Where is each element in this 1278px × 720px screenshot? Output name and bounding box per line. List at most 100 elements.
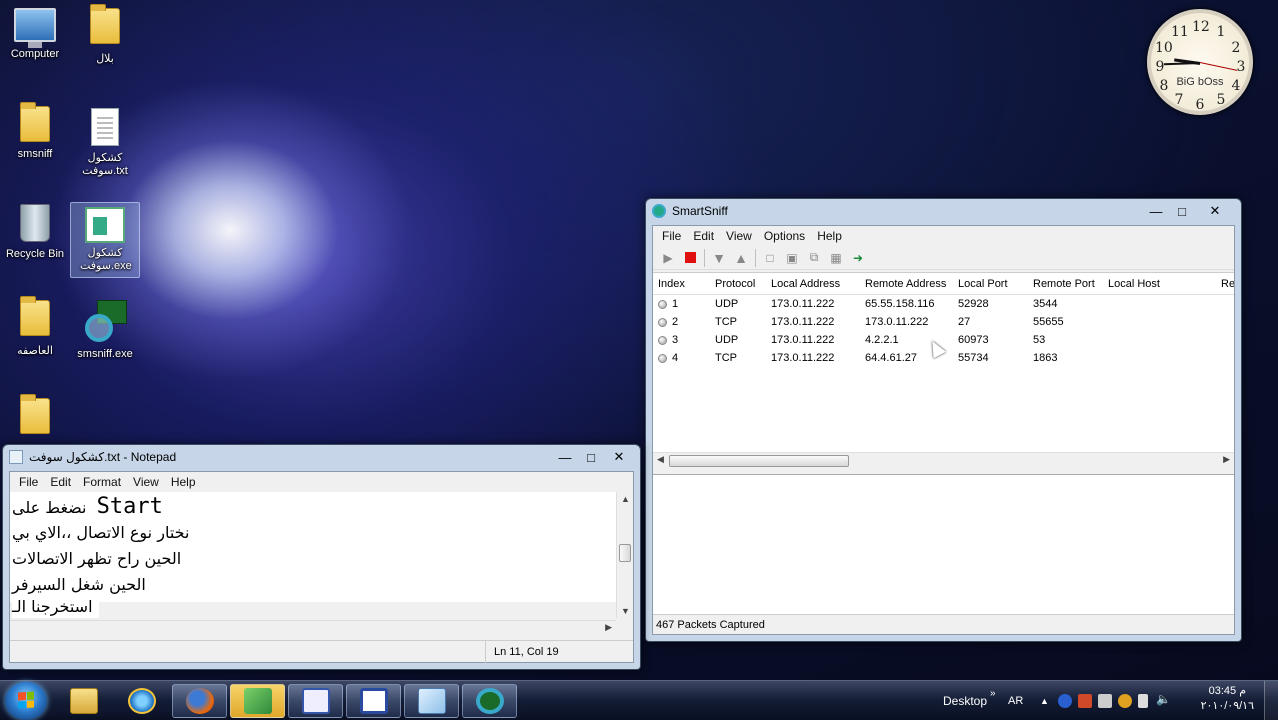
tray-desktop-label[interactable]: Desktop xyxy=(943,681,987,720)
menu-help[interactable]: Help xyxy=(811,229,848,243)
column-header-local-address[interactable]: Local Address xyxy=(766,278,860,290)
recycle-bin-icon xyxy=(20,204,50,242)
column-header-remote-host[interactable]: Re xyxy=(1216,278,1234,290)
filter-down-icon[interactable]: ▼ xyxy=(708,248,730,268)
menu-format[interactable]: Format xyxy=(77,475,127,489)
column-header-local-host[interactable]: Local Host xyxy=(1103,278,1216,290)
column-header-remote-port[interactable]: Remote Port xyxy=(1028,278,1103,290)
menu-view[interactable]: View xyxy=(127,475,165,489)
smartsniff-titlebar[interactable]: SmartSniff — □ ✕ xyxy=(646,199,1241,223)
horizontal-scrollbar[interactable]: ▶ xyxy=(10,620,616,636)
desktop-icon-computer[interactable]: Computer xyxy=(0,8,70,60)
clock-gadget[interactable]: 12 1 2 3 4 5 6 7 8 9 10 11 BiG bOss xyxy=(1147,9,1253,115)
taskbar-clock[interactable]: 03:45 م ٢٠١٠/٠٩/١٦ xyxy=(1201,684,1254,714)
scroll-right-icon[interactable]: ▶ xyxy=(605,622,612,633)
menu-edit[interactable]: Edit xyxy=(44,475,77,489)
exit-icon[interactable]: ➜ xyxy=(847,248,869,268)
bluetooth-icon[interactable] xyxy=(1058,694,1072,708)
new-icon[interactable]: □ xyxy=(759,248,781,268)
desktop-icon-folder-1[interactable]: بلال xyxy=(70,4,140,65)
desktop-icon-exe-file[interactable]: كشكول سوفت.exe xyxy=(70,202,140,278)
menu-file[interactable]: File xyxy=(656,229,687,243)
desktop-icon-folder-2[interactable]: العاصفه xyxy=(0,296,70,357)
filter-up-icon[interactable]: ▲ xyxy=(730,248,752,268)
exe-file-icon xyxy=(85,207,125,243)
taskbar-firefox[interactable] xyxy=(172,684,227,718)
packet-detail-pane[interactable] xyxy=(653,474,1234,614)
close-button[interactable]: ✕ xyxy=(604,448,634,466)
menu-file[interactable]: File xyxy=(13,475,44,489)
tray-arrow-up-icon[interactable]: ▲ xyxy=(1040,681,1049,720)
battery-icon[interactable] xyxy=(1138,694,1148,708)
cell-local-address: 173.0.11.222 xyxy=(771,334,835,346)
scrollbar-thumb[interactable] xyxy=(619,544,631,562)
vertical-scrollbar[interactable]: ▲ ▼ xyxy=(616,492,633,618)
properties-icon[interactable]: ▦ xyxy=(825,248,847,268)
cell-local-port: 60973 xyxy=(958,334,989,346)
status-text: 467 Packets Captured xyxy=(656,618,765,631)
close-button[interactable]: ✕ xyxy=(1195,202,1235,220)
column-header-protocol[interactable]: Protocol xyxy=(710,278,766,290)
clock-number: 3 xyxy=(1236,59,1246,75)
notepad-app-icon xyxy=(9,450,23,464)
scrollbar-thumb[interactable] xyxy=(669,455,849,467)
packets-list[interactable]: Index Protocol Local Address Remote Addr… xyxy=(653,272,1234,468)
taskbar-internet-explorer[interactable] xyxy=(114,684,169,718)
desktop-icon-recycle-bin[interactable]: Recycle Bin xyxy=(0,204,70,260)
tray-language[interactable]: AR xyxy=(1008,681,1023,720)
minimize-button[interactable]: — xyxy=(552,448,578,466)
minimize-button[interactable]: — xyxy=(1143,202,1169,220)
column-header-index[interactable]: Index xyxy=(653,278,710,290)
taskbar-notepad[interactable] xyxy=(404,684,459,718)
scroll-up-icon[interactable]: ▲ xyxy=(621,494,630,504)
show-desktop-button[interactable] xyxy=(1264,681,1278,720)
start-button[interactable] xyxy=(5,682,47,720)
clock-number: 1 xyxy=(1216,24,1226,40)
table-row[interactable]: 2 TCP 173.0.11.222 173.0.11.222 27 55655 xyxy=(653,313,1234,331)
security-icon[interactable] xyxy=(1078,694,1092,708)
column-header-local-port[interactable]: Local Port xyxy=(953,278,1028,290)
maximize-button[interactable]: □ xyxy=(578,448,604,466)
copy-icon[interactable]: ⧉ xyxy=(803,248,825,268)
table-row[interactable]: 1 UDP 173.0.11.222 65.55.158.116 52928 3… xyxy=(653,295,1234,313)
taskbar-app[interactable] xyxy=(346,684,401,718)
desktop-icon-folder-3[interactable] xyxy=(0,394,70,438)
taskbar-explorer[interactable] xyxy=(56,684,111,718)
play-icon[interactable]: ▶ xyxy=(657,248,679,268)
taskbar-smartsniff[interactable] xyxy=(462,684,517,718)
stop-icon[interactable] xyxy=(679,248,701,268)
menu-options[interactable]: Options xyxy=(758,229,811,243)
smartsniff-window[interactable]: SmartSniff — □ ✕ File Edit View Options … xyxy=(645,198,1242,642)
scroll-left-icon[interactable]: ◀ xyxy=(657,454,664,465)
scroll-down-icon[interactable]: ▼ xyxy=(621,606,630,616)
notepad-titlebar[interactable]: كشكول سوفت.txt - Notepad — □ ✕ xyxy=(3,445,640,469)
taskbar-network-app[interactable] xyxy=(230,684,285,718)
column-header-remote-address[interactable]: Remote Address xyxy=(860,278,953,290)
volume-icon[interactable]: 🔈 xyxy=(1156,692,1171,706)
save-icon[interactable]: ▣ xyxy=(781,248,803,268)
cell-index-value: 1 xyxy=(672,298,679,310)
taskbar-visual-basic[interactable] xyxy=(288,684,343,718)
desktop-icon-smsniff-folder[interactable]: smsniff xyxy=(0,102,70,160)
folder-icon xyxy=(20,102,50,142)
notepad-window[interactable]: كشكول سوفت.txt - Notepad — □ ✕ File Edit… xyxy=(2,444,641,670)
status-bar: Ln 11, Col 19 xyxy=(10,640,633,663)
status-dot-icon xyxy=(658,299,667,309)
text-editor[interactable]: نضغط على Start نختار نوع الاتصال ،،الاي … xyxy=(10,492,616,602)
cell-index: 2 xyxy=(653,316,710,328)
cell-local-address: 173.0.11.222 xyxy=(771,298,835,310)
horizontal-scrollbar[interactable]: ◀ ▶ xyxy=(653,452,1234,468)
desktop-icon-smsniff-exe[interactable]: smsniff.exe xyxy=(70,300,140,360)
antivirus-icon[interactable] xyxy=(1118,694,1132,708)
desktop-icon-txt-file[interactable]: كشكول سوفت.txt xyxy=(70,108,140,178)
menu-edit[interactable]: Edit xyxy=(687,229,720,243)
explorer-icon xyxy=(69,688,98,714)
menu-help[interactable]: Help xyxy=(165,475,202,489)
network-tray-icon[interactable] xyxy=(1098,694,1112,708)
menu-view[interactable]: View xyxy=(720,229,758,243)
maximize-button[interactable]: □ xyxy=(1169,202,1195,220)
text-line: نختار نوع الاتصال ،،الاي بي xyxy=(12,523,190,542)
scroll-right-icon[interactable]: ▶ xyxy=(1223,454,1230,465)
tray-chevron-icon[interactable]: » xyxy=(990,673,996,713)
desktop-icon-label: كشكول سوفت.exe xyxy=(80,247,132,272)
